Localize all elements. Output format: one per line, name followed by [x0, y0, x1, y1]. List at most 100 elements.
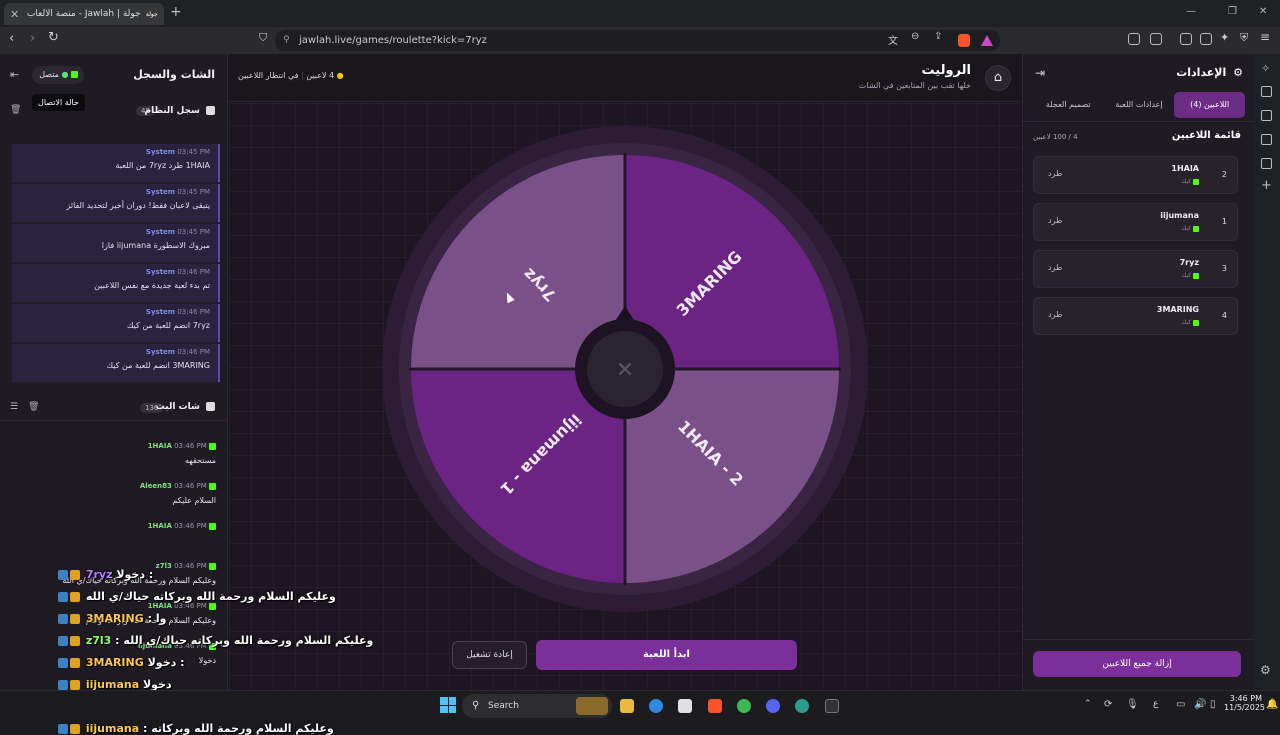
- clock[interactable]: 3:46 PM 11/5/2025: [1224, 694, 1265, 712]
- chat-username[interactable]: z7l3: [156, 562, 172, 570]
- chat-panel-title: الشات والسجل: [133, 68, 215, 81]
- media-icon[interactable]: [1150, 33, 1162, 45]
- overlay-chat-line: 7ryz دخولا :: [58, 568, 153, 581]
- leo-sidebar-icon[interactable]: ✧: [1261, 62, 1270, 75]
- microphone-icon[interactable]: 🎙: [1126, 699, 1139, 710]
- roulette-wheel[interactable]: 3MARING1HAIA - 2iijumana - 17ryz ✕: [382, 126, 868, 612]
- clear-chat-icon[interactable]: 🗑: [28, 402, 39, 412]
- minimize-icon[interactable]: —: [1186, 6, 1196, 17]
- menu-icon[interactable]: ≡: [1260, 30, 1270, 44]
- site-info-icon[interactable]: ⚲: [283, 30, 290, 51]
- network-icon[interactable]: ▭: [1176, 699, 1185, 710]
- page-subtitle: خلها تقب بين المتابعين في الشات: [858, 81, 971, 90]
- player-source: كيك: [1181, 225, 1199, 232]
- connection-status[interactable]: ● متصل: [32, 66, 84, 84]
- back-icon[interactable]: ‹: [9, 31, 14, 46]
- zoom-icon[interactable]: ⊖: [911, 31, 919, 42]
- sidebar-settings-icon[interactable]: ⚙: [1260, 663, 1271, 677]
- kick-player-button[interactable]: طرد: [1048, 216, 1062, 225]
- tab-players[interactable]: اللاعبين (4): [1174, 92, 1245, 118]
- sidebar-toggle-icon[interactable]: [1180, 33, 1192, 45]
- notification-bell-icon[interactable]: 🔔: [1266, 699, 1278, 710]
- chat-username[interactable]: 1HAIA: [148, 602, 172, 610]
- add-sidebar-item-icon[interactable]: +: [1261, 178, 1272, 193]
- sub-badge-icon: [70, 724, 80, 734]
- kick-icon: [209, 442, 216, 450]
- kick-player-button[interactable]: طرد: [1048, 263, 1062, 272]
- start-game-button[interactable]: ابدأ اللعبة: [536, 640, 797, 670]
- chat-message: 1HAIA 03:46 PM مستحقهه: [12, 442, 216, 465]
- sub-badge-icon: [70, 658, 80, 668]
- kick-icon: [1193, 178, 1199, 185]
- reading-list-icon[interactable]: [1261, 86, 1272, 97]
- player-row: 1 iijumana كيك طرد: [1033, 203, 1238, 241]
- input-language[interactable]: ع: [1153, 699, 1158, 709]
- new-tab-icon[interactable]: +: [170, 4, 182, 20]
- chat-filter-icon[interactable]: ☰: [10, 402, 18, 412]
- sync-icon[interactable]: ⟳: [1104, 699, 1112, 710]
- chat-username[interactable]: Aleen83: [140, 482, 172, 490]
- history-sidebar-icon[interactable]: [1261, 158, 1272, 169]
- player-number: 4: [1221, 311, 1227, 320]
- wallet-sidebar-icon[interactable]: [1261, 110, 1272, 121]
- chatgpt-icon[interactable]: [795, 699, 809, 713]
- kick-icon: [71, 71, 78, 78]
- system-log-item: System 03:46 PM 3MARING انضم للعبة من كيك: [12, 344, 220, 382]
- tab-wheel-design[interactable]: تصميم العجلة: [1033, 92, 1104, 118]
- browser-side-panel: ✧ + ⚙: [1253, 54, 1280, 690]
- taskbar-search[interactable]: ⚲ Search: [462, 694, 612, 718]
- chat-text: السلام عليكم: [172, 496, 216, 505]
- volume-icon[interactable]: 🔊: [1194, 699, 1206, 710]
- file-explorer-icon[interactable]: [620, 699, 634, 713]
- log-text: مبروك الاسطورة iijumana فازا: [101, 241, 210, 250]
- wallet-icon[interactable]: [1200, 33, 1212, 45]
- chrome-icon[interactable]: [737, 699, 751, 713]
- system-log-item: System 03:46 PM 7ryz انضم للعبة من كيك: [12, 304, 220, 342]
- bookmark-icon[interactable]: ⛉: [259, 31, 267, 45]
- tray-chevron-icon[interactable]: ⌃: [1084, 699, 1092, 709]
- maximize-icon[interactable]: ❐: [1228, 6, 1237, 17]
- bookmarks-sidebar-icon[interactable]: [1261, 134, 1272, 145]
- battery-icon[interactable]: ▯: [1210, 699, 1216, 710]
- log-author: System: [145, 148, 176, 156]
- discord-icon[interactable]: [766, 699, 780, 713]
- leo-ai-icon[interactable]: ✦: [1220, 31, 1229, 44]
- brave-rewards-icon[interactable]: [981, 35, 993, 46]
- platform-badge-icon: [58, 658, 68, 668]
- epic-games-icon[interactable]: [825, 699, 839, 713]
- overlay-username: 7ryz: [85, 568, 113, 581]
- translate-icon[interactable]: 文: [888, 32, 898, 47]
- vpn-icon[interactable]: ⛨: [1240, 31, 1248, 45]
- home-button[interactable]: ⌂: [985, 65, 1011, 91]
- kick-icon: [209, 602, 216, 610]
- reload-icon[interactable]: ↻: [48, 30, 59, 45]
- kick-player-button[interactable]: طرد: [1048, 169, 1062, 178]
- overlay-chat-line: 3MARING : وا: [58, 612, 166, 625]
- collapse-settings-icon[interactable]: ⇥: [1035, 66, 1045, 80]
- reset-button[interactable]: إعادة تشغيل: [452, 641, 527, 669]
- brave-icon[interactable]: [708, 699, 722, 713]
- chat-username[interactable]: 1HAIA: [148, 442, 172, 450]
- extensions-icon[interactable]: [1128, 33, 1140, 45]
- windows-start-icon[interactable]: [440, 697, 456, 713]
- close-tab-icon[interactable]: ✕: [10, 8, 19, 21]
- collapse-panel-icon[interactable]: ⇤: [10, 68, 19, 81]
- kick-player-button[interactable]: طرد: [1048, 310, 1062, 319]
- edge-icon[interactable]: [649, 699, 663, 713]
- close-window-icon[interactable]: ✕: [1259, 6, 1267, 17]
- chat-username[interactable]: 1HAIA: [148, 522, 172, 530]
- forward-icon[interactable]: ›: [30, 31, 35, 46]
- log-icon: [206, 106, 215, 115]
- divider: [0, 420, 227, 421]
- browser-tab[interactable]: جولة جولة | Jawlah - منصة الألعاب التفا …: [4, 3, 164, 25]
- platform-badge-icon: [58, 592, 68, 602]
- status-dot-icon: ●: [336, 71, 344, 80]
- sub-badge-icon: [70, 636, 80, 646]
- tab-game-settings[interactable]: إعدادات اللعبة: [1104, 92, 1175, 118]
- store-icon[interactable]: [678, 699, 692, 713]
- log-time: 03:46 PM: [177, 348, 210, 356]
- brave-shield-icon[interactable]: [958, 34, 970, 47]
- share-icon[interactable]: ⇪: [934, 31, 942, 42]
- clear-log-icon[interactable]: 🗑: [10, 105, 21, 115]
- remove-all-players-button[interactable]: إزالة جميع اللاعبين: [1033, 651, 1241, 677]
